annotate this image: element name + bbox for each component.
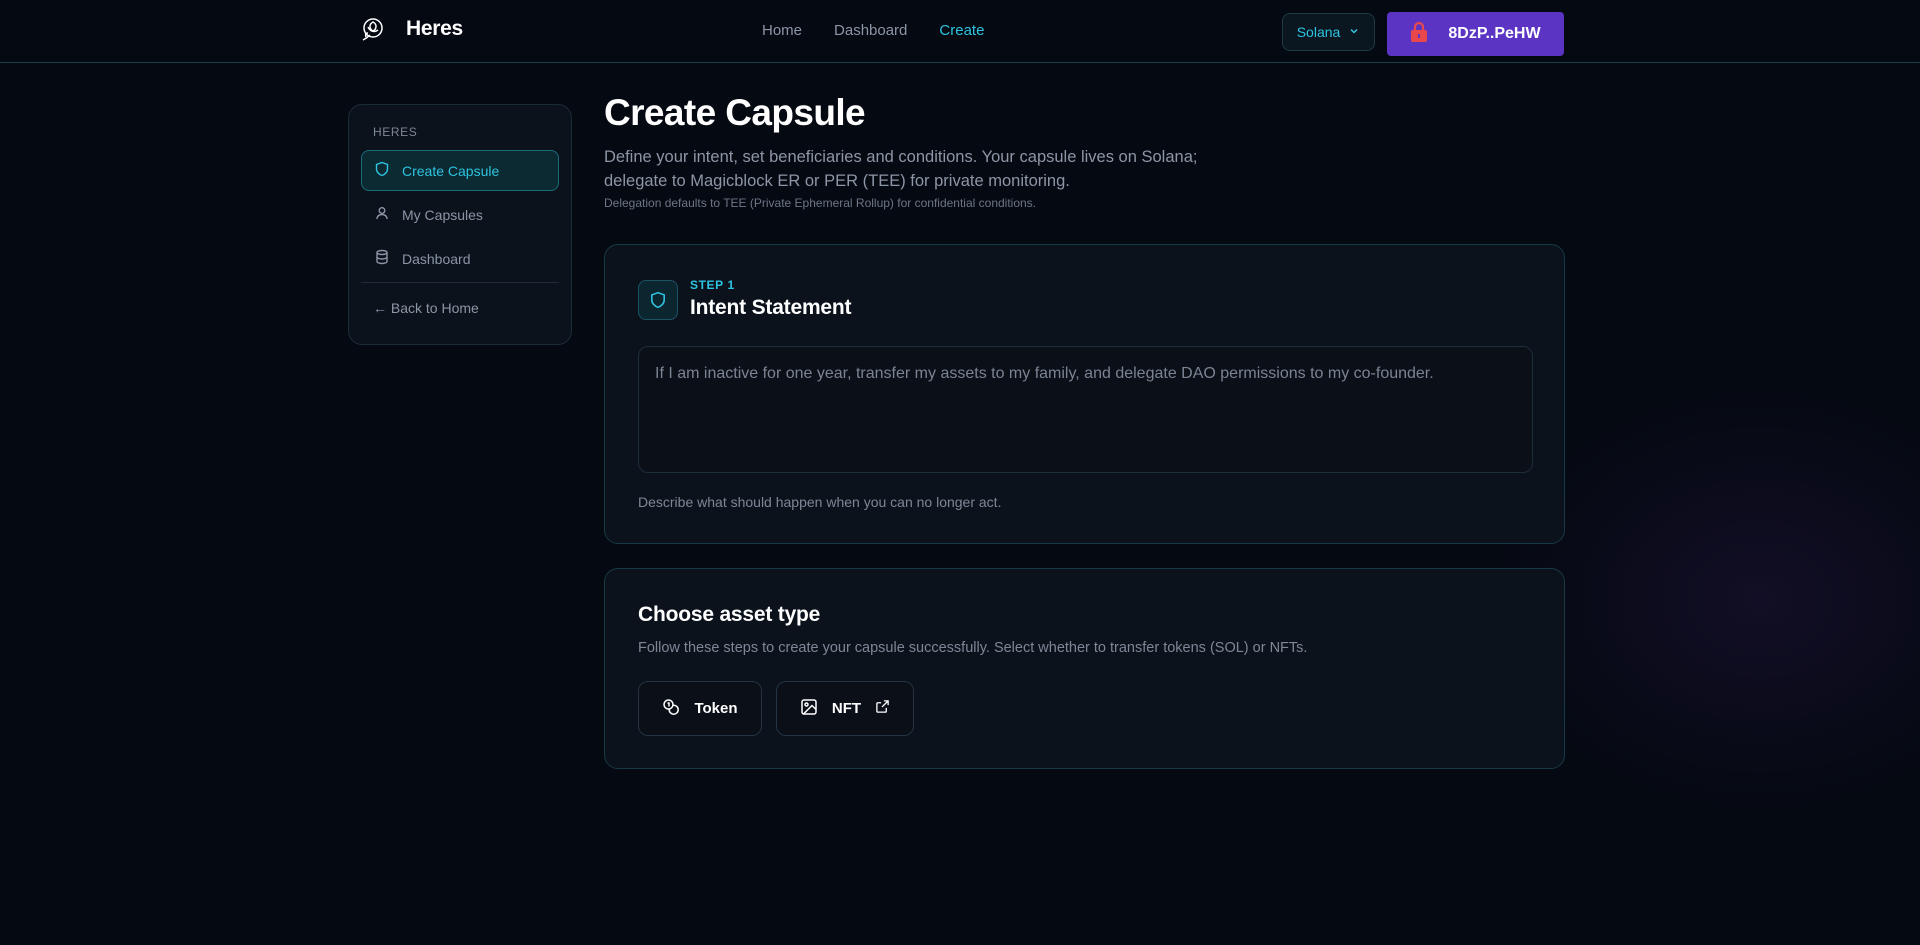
lock-icon [1410, 21, 1428, 48]
image-icon [800, 698, 818, 720]
rose-logo-icon [358, 14, 388, 44]
token-button[interactable]: Token [638, 681, 762, 736]
nft-button-label: NFT [831, 700, 862, 717]
sidebar-item-label: Create Capsule [402, 162, 500, 179]
sidebar: HERES Create Capsule My Capsules Dashboa… [348, 104, 572, 345]
asset-type-card: Choose asset type Follow these steps to … [604, 568, 1565, 769]
nft-button[interactable]: NFT [776, 681, 914, 736]
chevron-down-icon [1348, 24, 1360, 40]
shield-icon [374, 161, 390, 180]
brand-name: Heres [406, 17, 463, 40]
chain-select-value: Solana [1296, 24, 1341, 40]
top-navbar: Heres Home Dashboard Create Solana 8DzP.… [0, 0, 1920, 63]
step-label: STEP 1 [690, 278, 735, 292]
page-note: Delegation defaults to TEE (Private Ephe… [604, 196, 1037, 210]
intent-title: Intent Statement [690, 296, 852, 319]
nav-create[interactable]: Create [939, 22, 984, 39]
external-link-icon [875, 699, 890, 718]
sidebar-divider [361, 282, 559, 283]
intent-card: STEP 1 Intent Statement Describe what sh… [604, 244, 1565, 544]
brand[interactable]: Heres [358, 14, 463, 44]
wallet-button[interactable]: 8DzP..PeHW [1387, 12, 1564, 56]
database-icon [374, 249, 390, 268]
asset-type-description: Follow these steps to create your capsul… [638, 640, 1308, 656]
sidebar-heading: HERES [373, 125, 418, 139]
coins-icon [662, 698, 680, 720]
page-description: Define your intent, set beneficiaries an… [604, 148, 1198, 190]
sidebar-item-label: Dashboard [402, 250, 471, 267]
nav-home[interactable]: Home [762, 22, 802, 39]
token-button-label: Token [694, 700, 738, 717]
intent-textarea[interactable] [638, 346, 1533, 473]
main-nav: Home Dashboard Create [762, 22, 984, 39]
sidebar-item-label: My Capsules [402, 206, 483, 223]
sidebar-item-dashboard[interactable]: Dashboard [361, 238, 559, 279]
wallet-address: 8DzP..PeHW [1448, 25, 1541, 42]
asset-type-title: Choose asset type [638, 603, 821, 626]
sidebar-item-create-capsule[interactable]: Create Capsule [361, 150, 559, 191]
intent-help-text: Describe what should happen when you can… [638, 494, 1002, 510]
page-title: Create Capsule [604, 92, 866, 133]
user-icon [374, 205, 390, 224]
shield-icon [638, 280, 678, 320]
nav-dashboard[interactable]: Dashboard [834, 22, 907, 39]
back-to-home-link[interactable]: ← Back to Home [361, 293, 559, 323]
sidebar-item-my-capsules[interactable]: My Capsules [361, 194, 559, 235]
chain-select[interactable]: Solana [1282, 13, 1375, 51]
